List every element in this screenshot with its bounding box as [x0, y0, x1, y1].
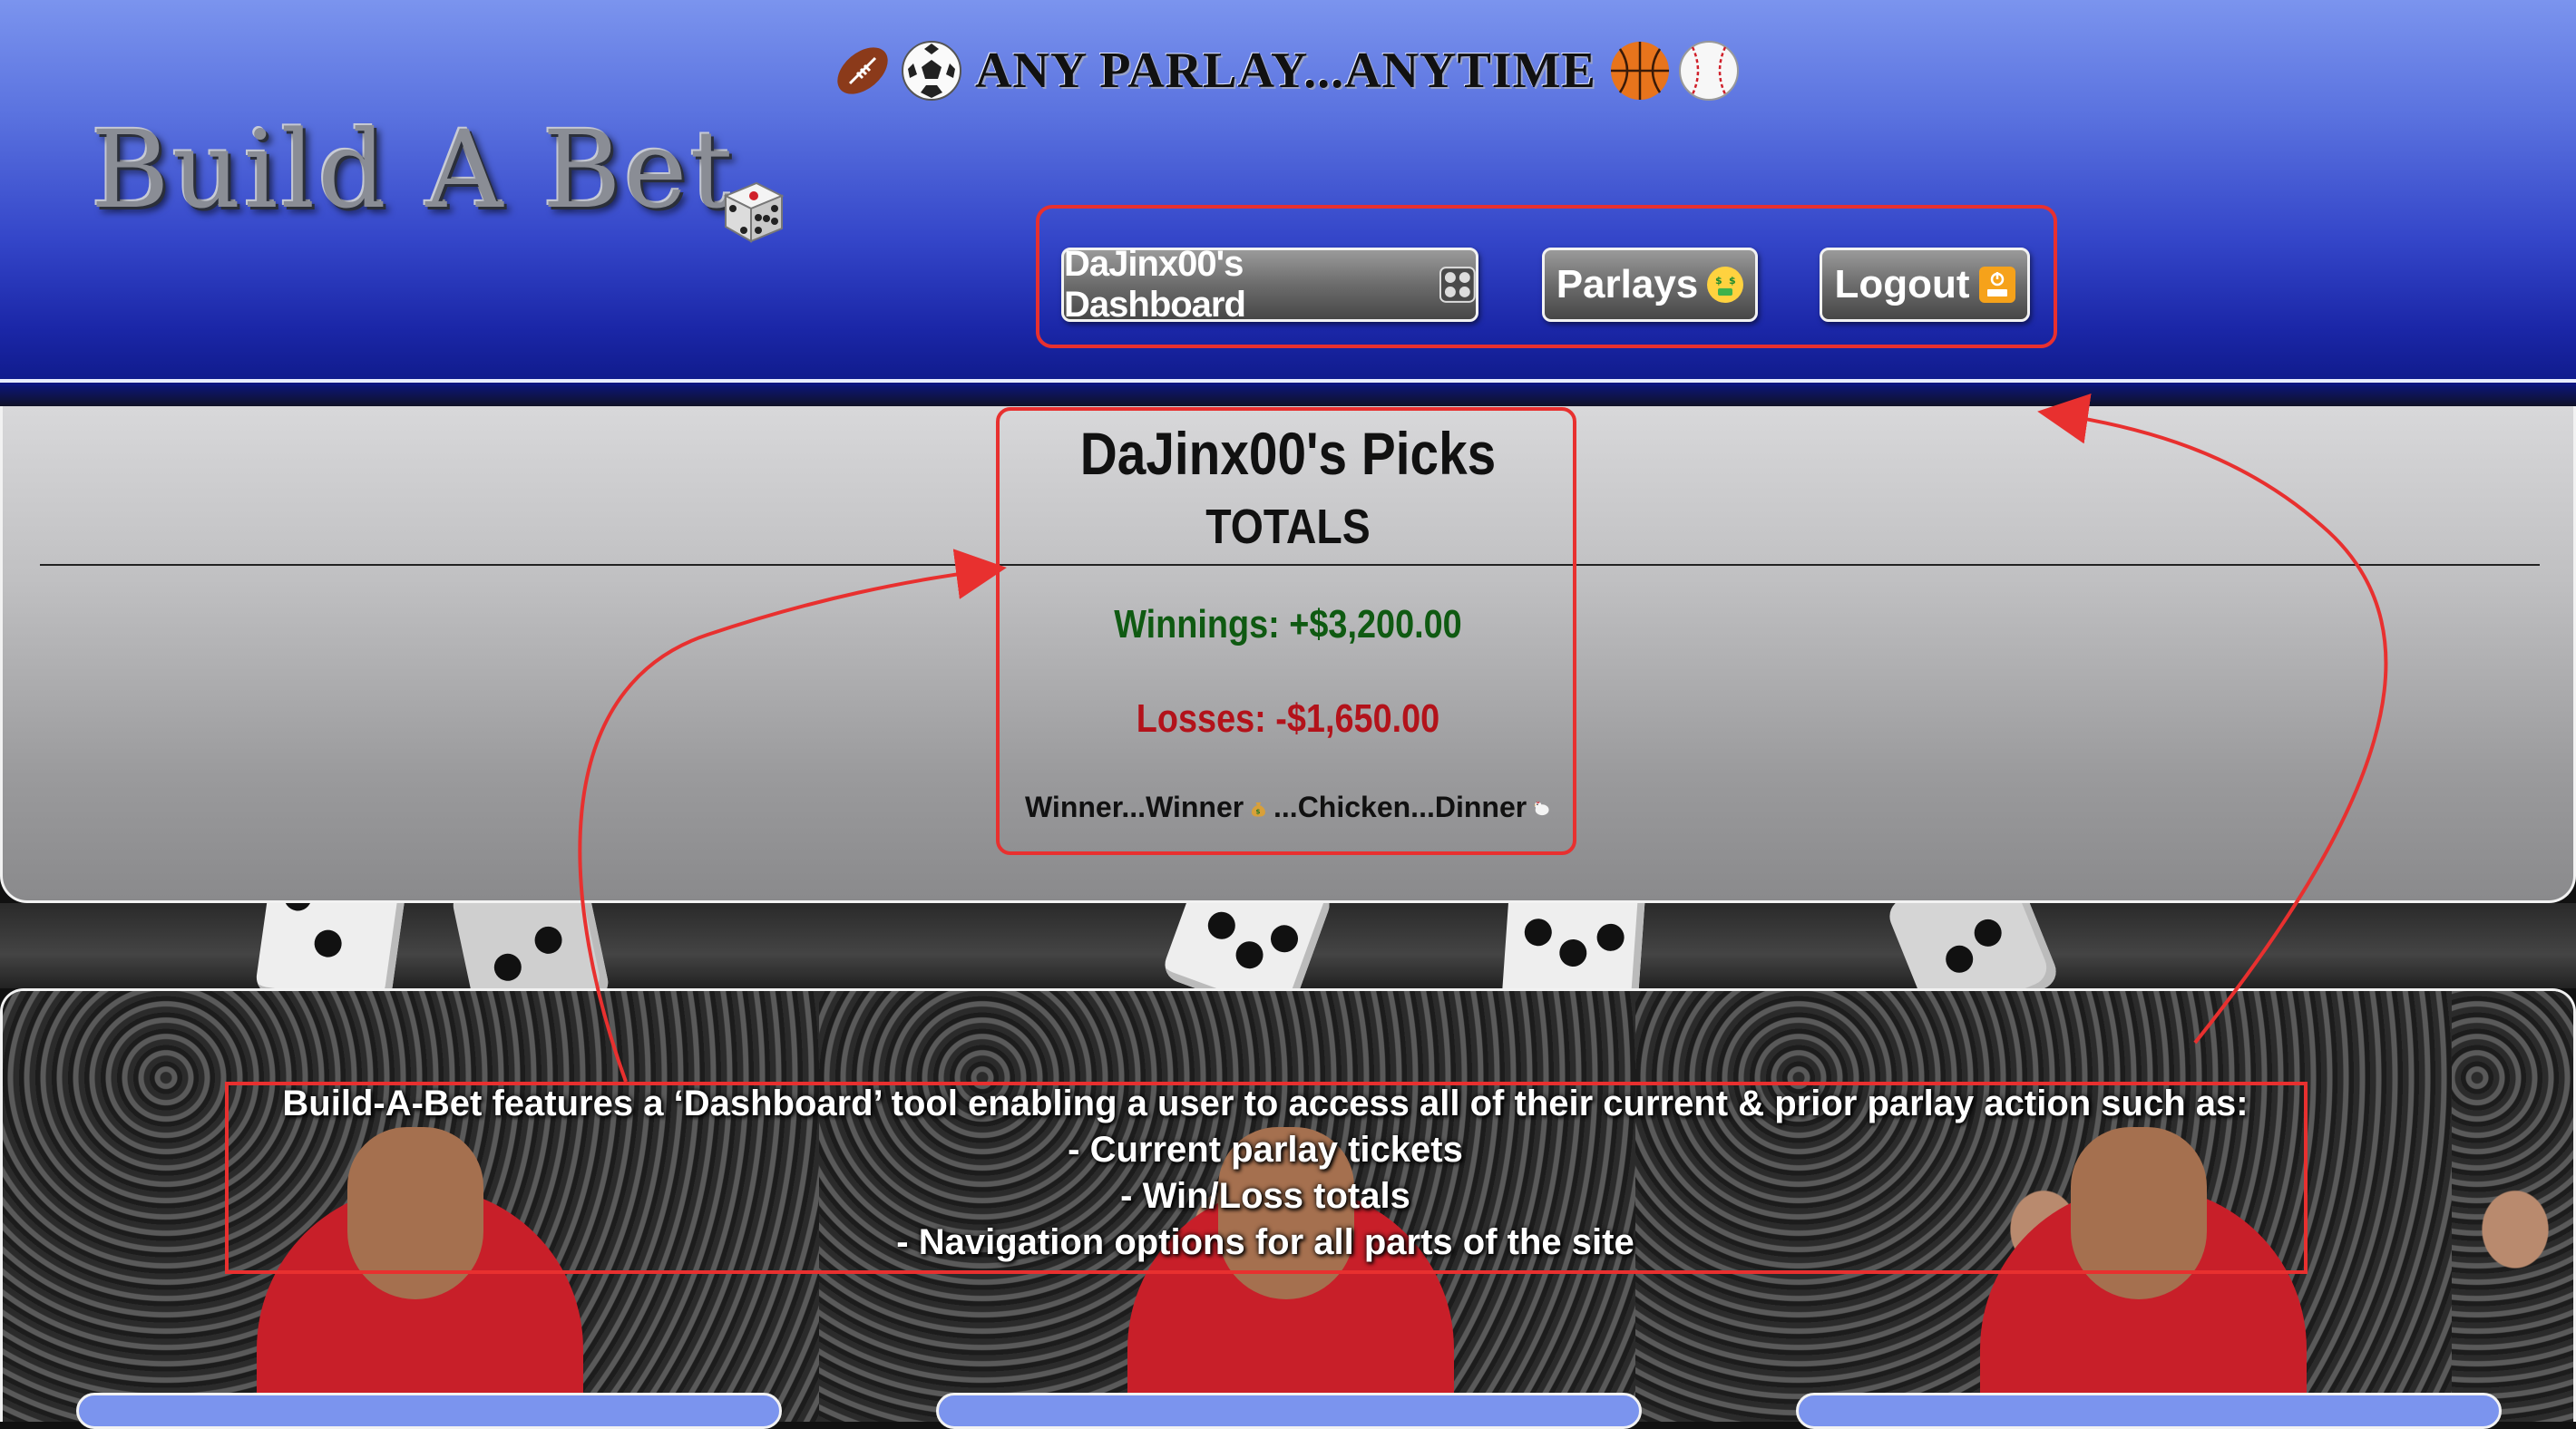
die-icon — [723, 181, 785, 243]
background-die — [1500, 903, 1647, 988]
background-die — [1884, 903, 2062, 988]
tagline-text: ANY PARLAY...ANYTIME — [975, 43, 1596, 99]
svg-text:$: $ — [1729, 275, 1736, 287]
site-logo[interactable]: Build A Bet — [91, 107, 736, 232]
crowd-photo — [2452, 991, 2573, 1422]
dashboard-button-label: DaJinx00's Dashboard — [1064, 244, 1246, 325]
dice-background-strip — [0, 903, 2576, 988]
background-die — [450, 903, 611, 988]
control-knobs-icon — [1439, 267, 1476, 303]
feature-annotation-box — [225, 1082, 2308, 1274]
dashboard-button[interactable]: DaJinx00's Dashboard — [1061, 244, 1478, 325]
football-icon — [837, 47, 888, 94]
background-die — [254, 903, 408, 988]
header-shadow — [0, 383, 2576, 406]
off-icon — [1978, 267, 2015, 303]
picks-annotation-box — [996, 407, 1576, 855]
svg-text:$: $ — [1715, 275, 1722, 287]
bottom-card[interactable] — [1796, 1393, 2502, 1429]
bottom-card[interactable] — [936, 1393, 1642, 1429]
bottom-card[interactable] — [76, 1393, 782, 1429]
soccer-ball-icon — [902, 41, 961, 101]
basketball-icon — [1610, 42, 1669, 100]
logout-button-label: Logout — [1834, 262, 1970, 306]
parlays-button-label: Parlays — [1556, 262, 1699, 306]
money-mouth-face-icon: $ $ — [1707, 267, 1744, 303]
tagline: ANY PARLAY...ANYTIME — [830, 34, 1746, 107]
logout-button[interactable]: Logout — [1820, 248, 2030, 322]
parlays-button[interactable]: Parlays $ $ — [1542, 248, 1758, 322]
baseball-icon — [1678, 41, 1739, 101]
background-die — [1159, 903, 1335, 988]
